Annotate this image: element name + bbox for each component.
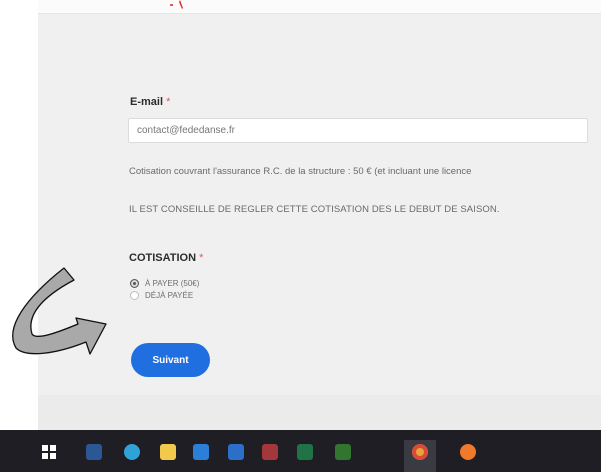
access-icon[interactable] — [262, 444, 278, 460]
next-button[interactable]: Suivant — [131, 343, 210, 377]
project-icon[interactable] — [335, 444, 351, 460]
cotisation-label-text: COTISATION — [129, 252, 197, 264]
page-margin — [0, 0, 38, 430]
cotisation-info-text: Cotisation couvrant l'assurance R.C. de … — [129, 166, 472, 177]
windows-taskbar — [0, 430, 601, 472]
radio-label: À PAYER (50€) — [145, 279, 200, 288]
radio-label: DÉJÀ PAYÉE — [145, 291, 194, 300]
email-label: E-mail * — [130, 96, 170, 108]
required-mark: * — [166, 96, 171, 108]
edge-icon[interactable] — [124, 444, 140, 460]
site-header — [38, 0, 601, 14]
curved-arrow-annotation-icon — [12, 267, 107, 355]
required-mark: * — [199, 252, 204, 264]
radio-checked-icon[interactable] — [130, 279, 139, 288]
mail-icon[interactable] — [193, 444, 209, 460]
radio-unchecked-icon[interactable] — [130, 291, 139, 300]
cotisation-label: COTISATION * — [129, 252, 203, 264]
windows-start-icon[interactable] — [42, 445, 56, 459]
file-explorer-icon[interactable] — [160, 444, 176, 460]
footer-strip — [38, 395, 601, 430]
chrome-icon[interactable] — [412, 444, 428, 460]
logo-fragment-icon — [170, 0, 183, 9]
calendar-icon[interactable] — [228, 444, 244, 460]
email-label-text: E-mail — [130, 96, 164, 108]
cotisation-advice-text: IL EST CONSEILLE DE REGLER CETTE COTISAT… — [129, 204, 500, 215]
radio-option-deja-payee[interactable]: DÉJÀ PAYÉE — [130, 291, 193, 300]
form-area: E-mail * contact@fededanse.fr Cotisation… — [38, 0, 601, 430]
excel-icon[interactable] — [297, 444, 313, 460]
chrome-active-tile[interactable] — [404, 440, 436, 472]
word-icon[interactable] — [86, 444, 102, 460]
firefox-icon[interactable] — [460, 444, 476, 460]
radio-option-a-payer[interactable]: À PAYER (50€) — [130, 279, 199, 288]
email-field[interactable]: contact@fededanse.fr — [128, 118, 588, 143]
